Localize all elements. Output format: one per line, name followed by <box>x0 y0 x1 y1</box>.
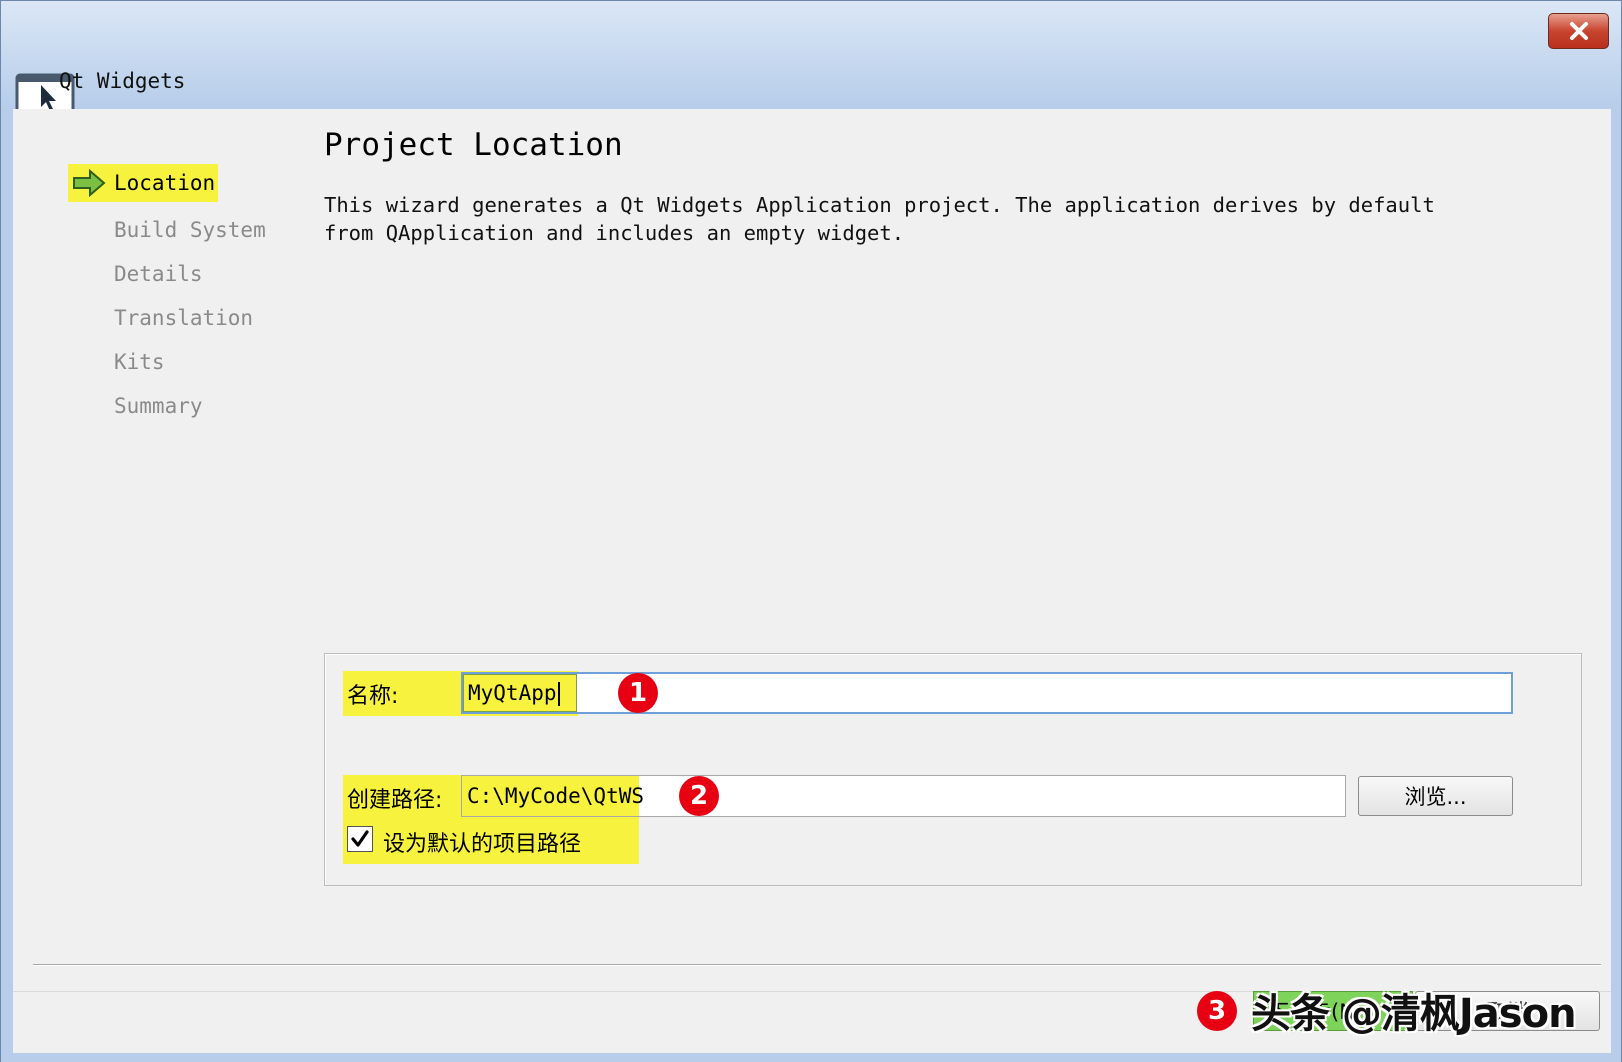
wizard-steps: Location Build System Details Translatio… <box>68 164 308 428</box>
step-label: Translation <box>114 306 254 330</box>
step-translation[interactable]: Translation <box>68 296 308 340</box>
browse-button[interactable]: 浏览... <box>1358 776 1513 816</box>
default-path-checkbox[interactable] <box>347 826 373 852</box>
window-title: Qt Widgets <box>59 69 186 93</box>
step-build-system[interactable]: Build System <box>68 208 308 252</box>
wizard-window: Qt Widgets Location Build System Details… <box>0 0 1622 1062</box>
step-badge-1: 1 <box>618 673 658 713</box>
step-badge-3: 3 <box>1197 991 1237 1031</box>
close-button[interactable] <box>1548 13 1609 49</box>
step-label: Location <box>114 171 216 195</box>
step-location[interactable]: Location <box>68 164 218 202</box>
path-input[interactable]: C:\MyCode\QtWS <box>461 775 1346 817</box>
window-bottom-border <box>1 1053 1621 1062</box>
page-description: This wizard generates a Qt Widgets Appli… <box>324 193 1435 245</box>
default-path-label: 设为默认的项目路径 <box>383 832 582 857</box>
project-location-form: 名称: MyQtApp 1 创建路径: C:\MyCode\QtWS 2 浏览.… <box>324 653 1582 886</box>
wizard-client-area: Location Build System Details Translatio… <box>13 109 1611 1053</box>
step-label: Details <box>114 262 203 286</box>
watermark-text: 头条 @清枫Jason <box>1251 991 1577 1037</box>
step-label: Summary <box>114 394 203 418</box>
path-value: C:\MyCode\QtWS <box>467 784 645 808</box>
current-step-arrow-icon <box>73 169 106 197</box>
step-details[interactable]: Details <box>68 252 308 296</box>
footer-divider <box>33 964 1601 965</box>
step-kits[interactable]: Kits <box>68 340 308 384</box>
text-caret <box>557 681 560 706</box>
name-value-text: MyQtApp <box>468 680 557 705</box>
step-label: Build System <box>114 218 266 242</box>
page-title: Project Location <box>324 127 623 163</box>
path-label: 创建路径: <box>347 788 443 813</box>
name-label: 名称: <box>347 684 399 709</box>
step-badge-2: 2 <box>679 776 719 816</box>
checkmark-icon <box>351 830 369 847</box>
name-value: MyQtApp <box>468 681 560 706</box>
step-summary[interactable]: Summary <box>68 384 308 428</box>
step-label: Kits <box>114 350 165 374</box>
close-icon <box>1569 22 1588 40</box>
